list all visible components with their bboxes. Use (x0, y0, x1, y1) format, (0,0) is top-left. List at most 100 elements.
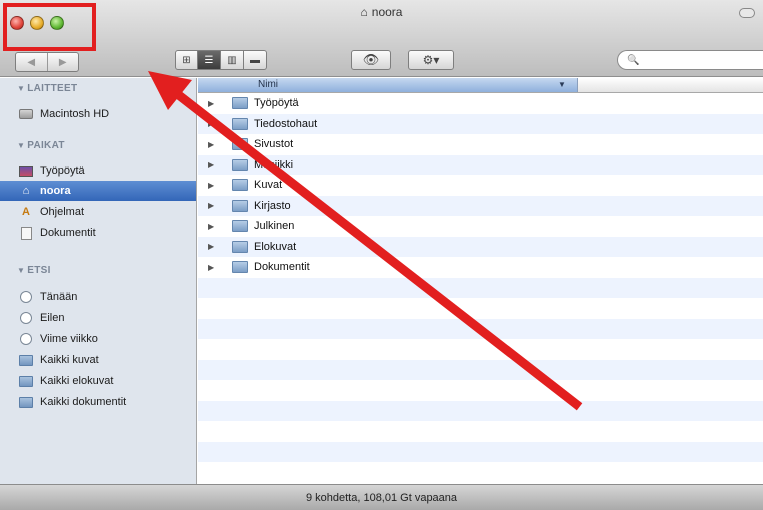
disclosure-triangle-icon[interactable]: ▶ (208, 119, 220, 128)
column-view-icon[interactable]: ▥ (221, 50, 244, 70)
empty-row (198, 441, 763, 462)
clock-icon (18, 332, 34, 346)
sidebar-item-label: Eilen (40, 312, 65, 324)
empty-row (198, 462, 763, 483)
sidebar-item-label: Macintosh HD (40, 108, 110, 120)
desktop-icon (18, 164, 34, 178)
empty-row (198, 277, 763, 298)
sidebar-item-all-images[interactable]: Kaikki kuvat (0, 350, 196, 370)
empty-row (198, 339, 763, 360)
disclosure-triangle-icon[interactable]: ▶ (208, 222, 220, 231)
status-bar: 9 kohdetta, 108,01 Gt vapaana (0, 484, 763, 510)
finder-window: ⌂ noora ◀ ▶ ⊞ ☰ ▥ ▬ 👁 ⚙▾ 🔍 ▼ LAITTEET Ma… (0, 0, 763, 510)
home-icon: ⌂ (360, 5, 368, 19)
file-name: Työpöytä (254, 97, 299, 110)
column-header: Nimi ▼ (198, 78, 763, 93)
forward-button[interactable]: ▶ (48, 57, 79, 68)
table-row[interactable]: ▶ Sivustot (198, 134, 763, 155)
sidebar-item-home[interactable]: ⌂ noora (0, 181, 196, 201)
empty-row (198, 298, 763, 319)
search-icon: 🔍 (627, 54, 640, 66)
disclosure-triangle-icon[interactable]: ▶ (208, 201, 220, 210)
quick-look-button[interactable]: 👁 (351, 50, 391, 70)
file-rows: ▶ Työpöytä ▶ Tiedostohaut ▶ Sivustot ▶ Musii… (198, 93, 763, 483)
sidebar-item-applications[interactable]: A Ohjelmat (0, 202, 196, 222)
sidebar-item-label: Kaikki dokumentit (40, 396, 127, 408)
home-icon: ⌂ (22, 185, 30, 197)
smart-folder-icon (18, 353, 34, 367)
sidebar-item-desktop[interactable]: Työpöytä (0, 161, 196, 181)
folder-icon (232, 179, 248, 192)
folder-icon (232, 138, 248, 151)
smart-folder-icon (18, 395, 34, 409)
table-row[interactable]: ▶ Työpöytä (198, 93, 763, 114)
sort-arrow-icon: ▼ (558, 80, 566, 89)
sidebar-item-today[interactable]: Tänään (0, 287, 196, 307)
view-mode-group: ⊞ ☰ ▥ ▬ (175, 50, 267, 70)
folder-icon (232, 240, 248, 253)
sidebar-item-label: Ohjelmat (40, 206, 85, 218)
folder-icon (232, 261, 248, 274)
clock-icon (18, 290, 34, 304)
file-name: Elokuvat (254, 240, 297, 253)
sidebar-item-label: noora (40, 185, 71, 197)
sidebar-item-all-documents[interactable]: Kaikki dokumentit (0, 392, 196, 412)
sidebar-section-places[interactable]: ▼ PAIKAT (17, 140, 65, 151)
disclosure-triangle-icon[interactable]: ▶ (208, 181, 220, 190)
folder-icon (232, 158, 248, 171)
toolbar-toggle-button[interactable] (739, 8, 755, 18)
smart-folder-icon (18, 374, 34, 388)
gear-icon: ⚙▾ (422, 53, 440, 67)
disclosure-triangle-icon[interactable]: ▶ (208, 140, 220, 149)
empty-row (198, 421, 763, 442)
folder-icon (232, 220, 248, 233)
sidebar-item-label: Kaikki elokuvat (40, 375, 114, 387)
disclosure-triangle-icon[interactable]: ▶ (208, 99, 220, 108)
icon-view-icon[interactable]: ⊞ (175, 50, 198, 70)
sidebar-section-devices[interactable]: ▼ LAITTEET (17, 83, 77, 94)
table-row[interactable]: ▶ Elokuvat (198, 236, 763, 257)
file-name: Kuvat (254, 179, 283, 192)
documents-icon (18, 226, 34, 240)
disclosure-triangle-icon: ▼ (17, 266, 26, 275)
sidebar-item-all-movies[interactable]: Kaikki elokuvat (0, 371, 196, 391)
disclosure-triangle-icon[interactable]: ▶ (208, 263, 220, 272)
table-row[interactable]: ▶ Tiedostohaut (198, 113, 763, 134)
sidebar-item-macintosh-hd[interactable]: Macintosh HD (0, 104, 196, 124)
sidebar-item-label: Tänään (40, 291, 78, 303)
file-name: Musiikki (254, 158, 294, 171)
file-name: Kirjasto (254, 199, 291, 212)
empty-row (198, 380, 763, 401)
table-row[interactable]: ▶ Dokumentit (198, 257, 763, 278)
file-list: Nimi ▼ ▶ Työpöytä ▶ Tiedostohaut ▶ Sivustot… (198, 78, 763, 484)
sidebar-item-label: Työpöytä (40, 165, 85, 177)
file-name: Dokumentit (254, 261, 310, 274)
disclosure-triangle-icon[interactable]: ▶ (208, 160, 220, 169)
table-row[interactable]: ▶ Kirjasto (198, 195, 763, 216)
coverflow-view-icon[interactable]: ▬ (244, 50, 267, 70)
applications-icon: A (22, 206, 30, 218)
folder-icon (232, 117, 248, 130)
back-button[interactable]: ◀ (16, 57, 47, 68)
title-bar: ⌂ noora ◀ ▶ ⊞ ☰ ▥ ▬ 👁 ⚙▾ 🔍 (0, 0, 763, 77)
annotation-highlight-box (3, 3, 96, 51)
disclosure-triangle-icon: ▼ (17, 84, 26, 93)
action-menu-button[interactable]: ⚙▾ (408, 50, 454, 70)
empty-row (198, 400, 763, 421)
sidebar-item-label: Viime viikko (40, 333, 98, 345)
list-view-icon[interactable]: ☰ (198, 50, 221, 70)
sidebar-item-documents[interactable]: Dokumentit (0, 223, 196, 243)
window-title: ⌂ noora (0, 5, 763, 19)
hard-drive-icon (18, 107, 34, 121)
sidebar-section-search[interactable]: ▼ ETSI (17, 265, 51, 276)
column-header-name[interactable]: Nimi (198, 78, 578, 92)
file-name: Sivustot (254, 138, 294, 151)
table-row[interactable]: ▶ Kuvat (198, 175, 763, 196)
sidebar-item-last-week[interactable]: Viime viikko (0, 329, 196, 349)
table-row[interactable]: ▶ Musiikki (198, 154, 763, 175)
table-row[interactable]: ▶ Julkinen (198, 216, 763, 237)
disclosure-triangle-icon[interactable]: ▶ (208, 242, 220, 251)
search-field[interactable]: 🔍 (617, 50, 763, 70)
sidebar-item-yesterday[interactable]: Eilen (0, 308, 196, 328)
folder-icon (232, 97, 248, 110)
